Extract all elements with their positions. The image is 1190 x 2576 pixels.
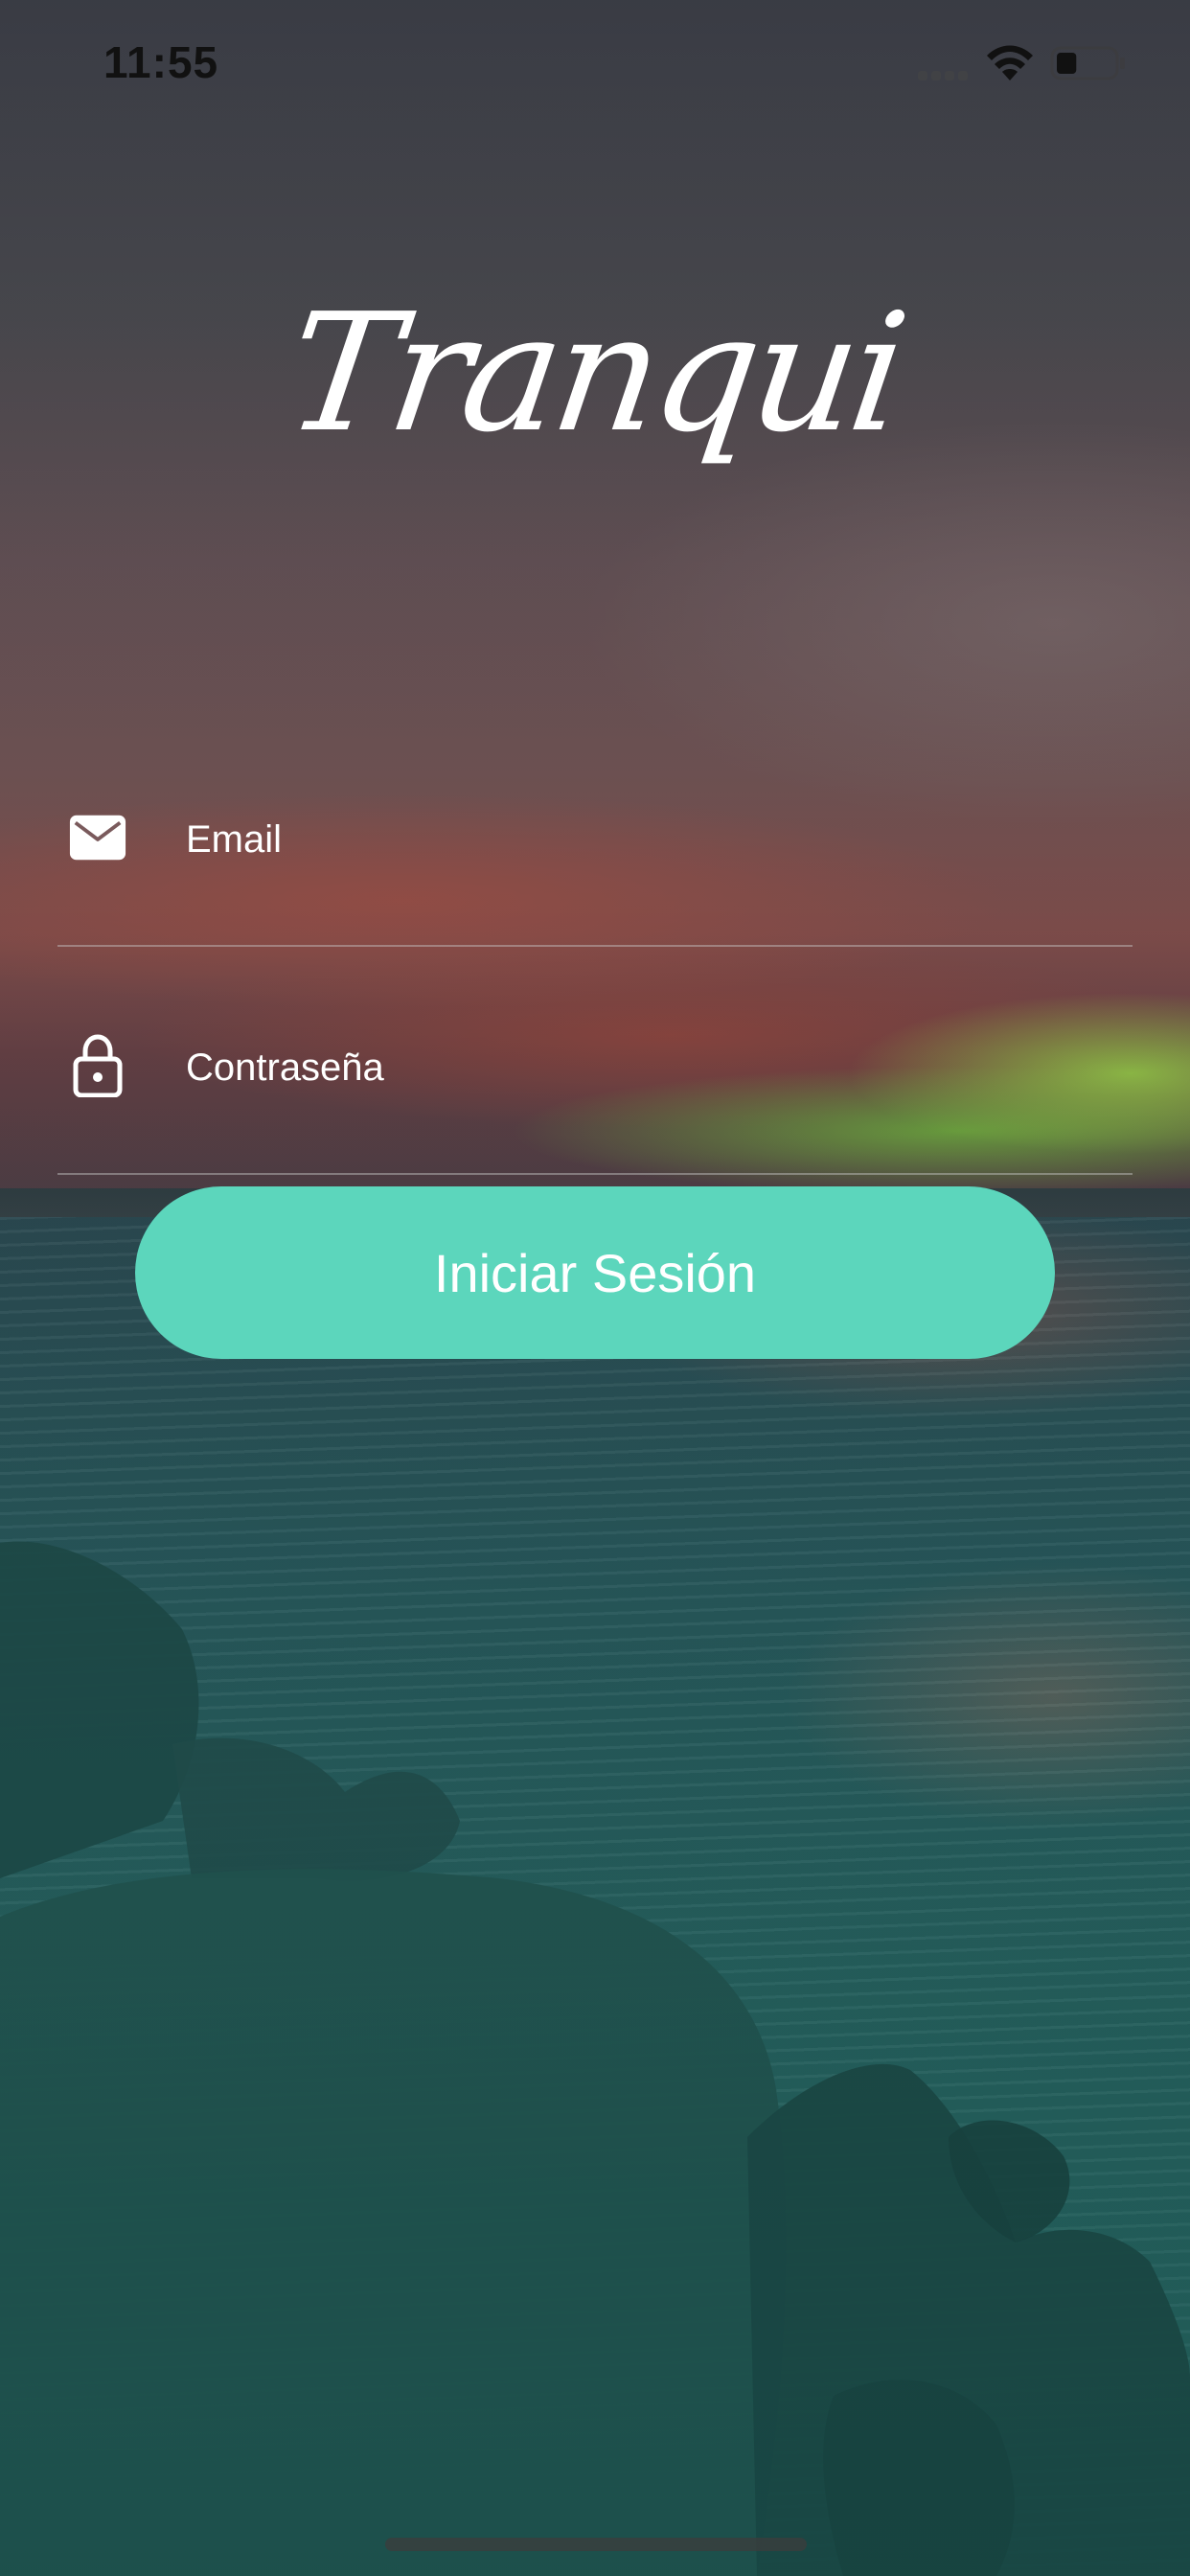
password-field-container xyxy=(57,1002,1133,1175)
cellular-signal-icon xyxy=(918,69,972,80)
password-underline xyxy=(57,1173,1133,1175)
email-field-container xyxy=(57,774,1133,947)
status-bar: 11:55 xyxy=(0,0,1190,126)
email-underline xyxy=(57,945,1133,947)
envelope-icon xyxy=(63,803,132,872)
lock-icon xyxy=(63,1031,132,1100)
home-indicator[interactable] xyxy=(385,2538,807,2551)
wifi-icon xyxy=(987,45,1033,80)
login-button[interactable]: Iniciar Sesión xyxy=(135,1186,1055,1359)
password-field[interactable] xyxy=(186,1037,1048,1098)
login-screen: 11:55 Tranqui Email Iniciar Sesión xyxy=(0,0,1190,2576)
logo-wordmark: Tranqui xyxy=(275,279,913,469)
status-time: 11:55 xyxy=(103,37,219,87)
battery-icon xyxy=(1050,46,1125,80)
email-field[interactable] xyxy=(186,809,1048,870)
app-logo: Tranqui xyxy=(276,220,912,527)
